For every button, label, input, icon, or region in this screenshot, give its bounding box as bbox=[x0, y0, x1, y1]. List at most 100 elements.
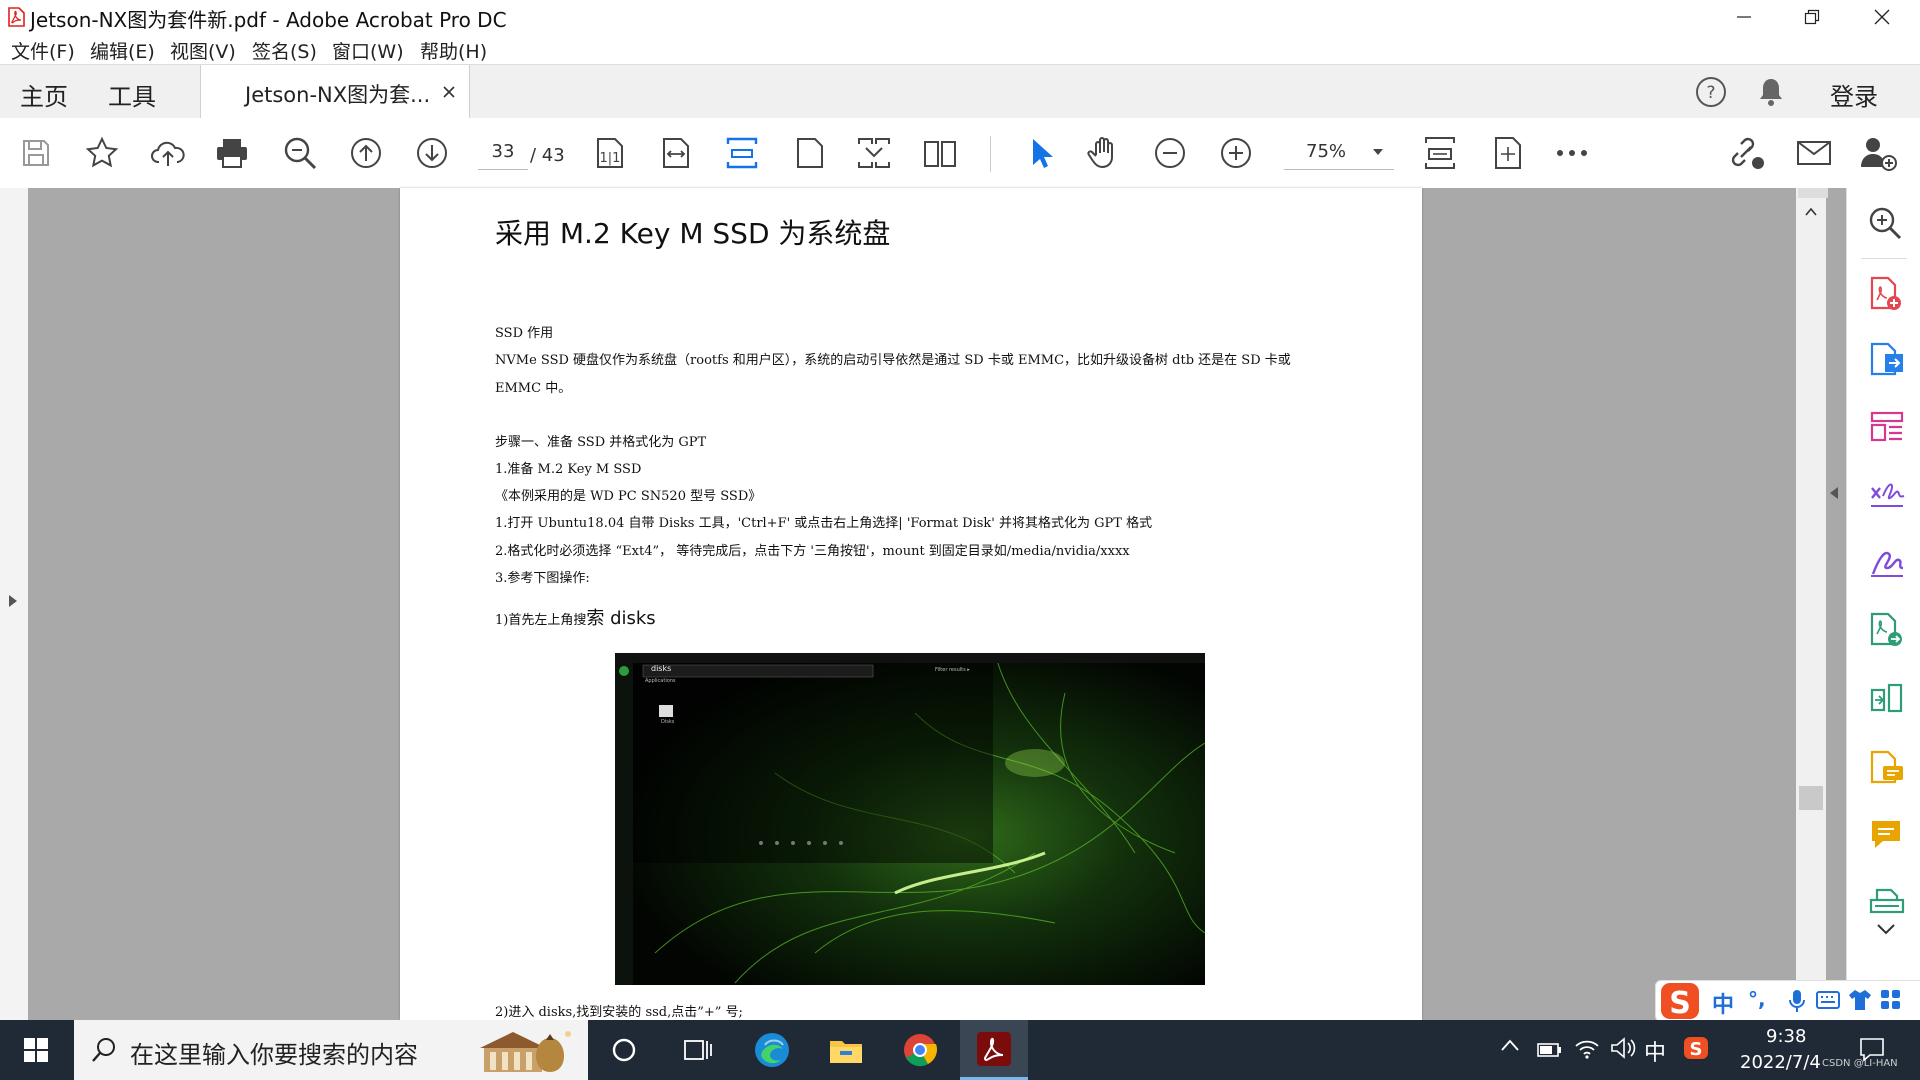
fill-sign-tool[interactable] bbox=[1869, 478, 1905, 510]
ime-language[interactable]: 中 bbox=[1712, 987, 1734, 1019]
find-button[interactable] bbox=[278, 131, 322, 175]
task-view-cortana-button[interactable] bbox=[590, 1020, 658, 1080]
organize-pages-tool[interactable] bbox=[1869, 410, 1905, 444]
panel-divider bbox=[1861, 258, 1907, 259]
panel-zoom-button[interactable] bbox=[1868, 206, 1902, 240]
fit-page-button[interactable] bbox=[720, 131, 764, 175]
keyboard-icon bbox=[1816, 991, 1840, 1009]
previous-page-button[interactable] bbox=[344, 131, 388, 175]
task-view-button[interactable] bbox=[664, 1020, 732, 1080]
create-pdf-icon bbox=[1870, 276, 1901, 310]
microphone-icon bbox=[1789, 990, 1805, 1012]
send-for-review-icon bbox=[1870, 612, 1902, 646]
menu-sign[interactable]: 签名(S) bbox=[252, 37, 317, 64]
acrobat-app-button[interactable] bbox=[960, 1020, 1028, 1080]
edit-pdf-tool[interactable] bbox=[1869, 750, 1905, 786]
search-highlight-illustration bbox=[480, 1031, 571, 1072]
select-page-tool[interactable]: 1|1 bbox=[588, 131, 632, 175]
next-page-button[interactable] bbox=[410, 131, 454, 175]
sogou-logo-icon[interactable]: S bbox=[1659, 979, 1703, 1023]
login-button[interactable]: 登录 bbox=[1830, 77, 1878, 112]
create-pdf-tool[interactable] bbox=[1869, 276, 1903, 312]
hand-icon bbox=[1087, 137, 1113, 169]
notifications-button[interactable] bbox=[1756, 75, 1786, 109]
bell-icon bbox=[1760, 79, 1782, 106]
fit-visible-icon bbox=[1425, 137, 1455, 169]
compare-tool[interactable] bbox=[1869, 682, 1905, 716]
chrome-app-button[interactable] bbox=[886, 1020, 954, 1080]
zoom-level-value: 75% bbox=[1306, 141, 1347, 162]
single-page-button[interactable] bbox=[788, 131, 832, 175]
expand-left-panel-icon bbox=[9, 595, 17, 607]
minimize-button[interactable] bbox=[1714, 0, 1774, 34]
fit-width-button[interactable] bbox=[654, 131, 698, 175]
vertical-scrollbar[interactable] bbox=[1796, 188, 1838, 1020]
send-review-tool[interactable] bbox=[1869, 612, 1905, 648]
two-page-button[interactable] bbox=[918, 131, 962, 175]
zoom-level-dropdown[interactable]: 75% bbox=[1284, 135, 1394, 170]
zoom-out-button[interactable] bbox=[1148, 131, 1192, 175]
add-user-button[interactable] bbox=[1856, 131, 1900, 175]
tab-document[interactable]: Jetson-NX图为套... bbox=[200, 65, 470, 119]
svg-text:?: ? bbox=[1706, 83, 1715, 103]
comment-tool[interactable] bbox=[1869, 818, 1903, 852]
menu-file[interactable]: 文件(F) bbox=[11, 37, 75, 64]
close-button[interactable] bbox=[1852, 0, 1912, 34]
input-language-indicator[interactable]: 中 bbox=[1644, 1035, 1666, 1067]
scan-ocr-tool[interactable] bbox=[1869, 886, 1905, 916]
volume-tray-icon[interactable] bbox=[1610, 1036, 1636, 1060]
print-button[interactable] bbox=[210, 131, 254, 175]
file-explorer-button[interactable] bbox=[812, 1020, 880, 1080]
menu-view[interactable]: 视图(V) bbox=[170, 37, 236, 64]
scroll-mode-button[interactable] bbox=[852, 131, 896, 175]
email-button[interactable] bbox=[1792, 131, 1836, 175]
restore-button[interactable] bbox=[1782, 0, 1842, 34]
ime-voice-button[interactable] bbox=[1788, 989, 1806, 1013]
start-button[interactable] bbox=[2, 1020, 70, 1080]
request-signature-tool[interactable] bbox=[1869, 544, 1905, 578]
edge-app-button[interactable] bbox=[738, 1020, 806, 1080]
show-hidden-icons-button[interactable] bbox=[1500, 1038, 1520, 1052]
rotate-page-button[interactable] bbox=[1486, 131, 1530, 175]
clock-time[interactable]: 9:38 bbox=[1766, 1026, 1806, 1047]
save-button[interactable] bbox=[14, 131, 58, 175]
more-tools-button[interactable] bbox=[1550, 131, 1594, 175]
select-tool[interactable] bbox=[1018, 131, 1062, 175]
battery-tray-icon[interactable] bbox=[1536, 1038, 1562, 1060]
clock-date[interactable]: 2022/7/4 bbox=[1740, 1052, 1821, 1073]
acrobat-icon bbox=[977, 1031, 1011, 1066]
fit-visible-button[interactable] bbox=[1418, 131, 1462, 175]
tab-tools[interactable]: 工具 bbox=[108, 77, 156, 112]
upload-cloud-button[interactable] bbox=[146, 131, 190, 175]
scroll-up-icon[interactable] bbox=[1805, 208, 1817, 216]
share-link-button[interactable] bbox=[1724, 131, 1768, 175]
window-title: Jetson-NX图为套件新.pdf - Adobe Acrobat Pro D… bbox=[30, 8, 507, 32]
ime-skin-button[interactable] bbox=[1848, 989, 1872, 1011]
notification-center-button[interactable] bbox=[1858, 1036, 1886, 1062]
export-pdf-tool[interactable] bbox=[1869, 342, 1905, 378]
doc-line-format: 2.格式化时必须选择 “Ext4”， 等待完成后，点击下方 '三角按钮'，mou… bbox=[495, 544, 1130, 559]
network-tray-icon[interactable] bbox=[1574, 1036, 1600, 1060]
menu-edit[interactable]: 编辑(E) bbox=[90, 37, 155, 64]
screenshot-app-label: Disks bbox=[661, 719, 675, 725]
ime-keyboard-button[interactable] bbox=[1816, 991, 1840, 1009]
page-number-input[interactable]: 33 bbox=[478, 135, 528, 170]
menu-window[interactable]: 窗口(W) bbox=[332, 37, 404, 64]
taskbar-search-box[interactable]: 在这里输入你要搜索的内容 bbox=[74, 1020, 588, 1080]
ime-toolbox-button[interactable] bbox=[1880, 989, 1902, 1011]
help-icon: ? bbox=[1696, 77, 1726, 107]
sogou-tray-icon[interactable]: S bbox=[1682, 1034, 1710, 1062]
left-panel-toggle[interactable] bbox=[0, 188, 28, 1020]
scrollbar-thumb[interactable] bbox=[1799, 786, 1823, 810]
tab-home[interactable]: 主页 bbox=[20, 77, 68, 112]
zoom-in-button[interactable] bbox=[1214, 131, 1258, 175]
more-panel-tools-button[interactable] bbox=[1876, 923, 1896, 935]
ime-punctuation[interactable]: °, bbox=[1748, 987, 1766, 1011]
close-tab-icon[interactable] bbox=[443, 86, 455, 98]
windows-logo-icon bbox=[24, 1038, 48, 1062]
menu-help[interactable]: 帮助(H) bbox=[420, 37, 487, 64]
bookmark-button[interactable] bbox=[80, 131, 124, 175]
help-button[interactable]: ? bbox=[1694, 75, 1728, 109]
expand-right-panel-icon[interactable] bbox=[1829, 486, 1839, 500]
hand-tool[interactable] bbox=[1082, 131, 1126, 175]
